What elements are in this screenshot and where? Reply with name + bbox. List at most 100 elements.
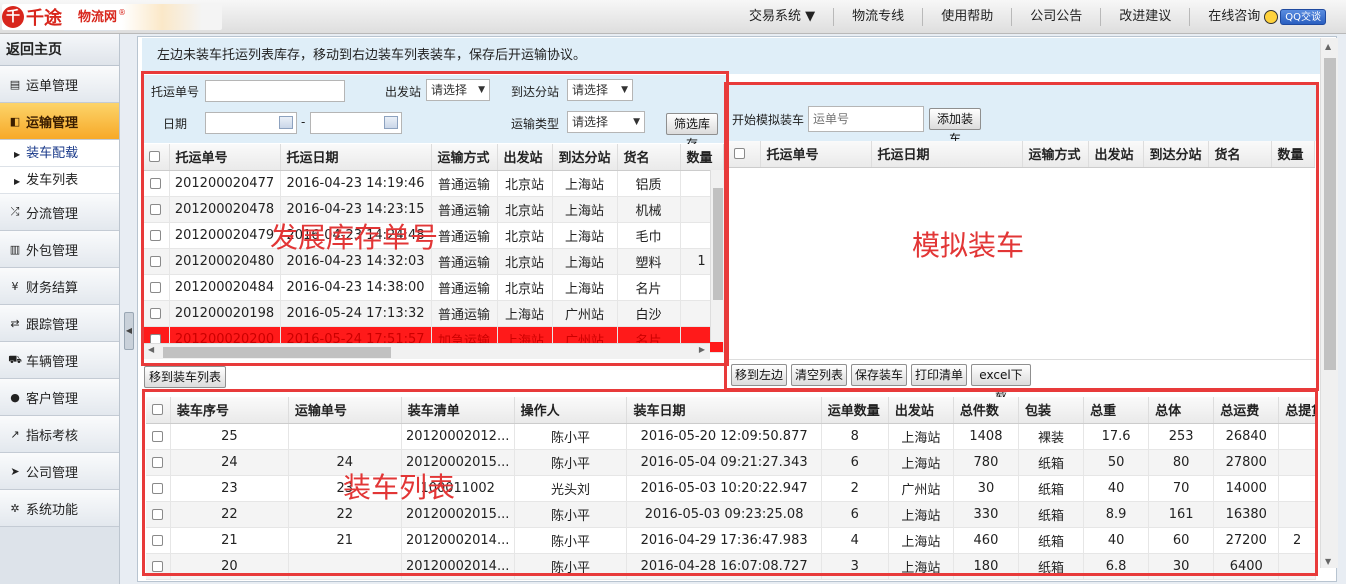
page-scrollbar[interactable]: ▲ ▼	[1320, 38, 1338, 568]
col-from[interactable]: 出发站	[888, 397, 954, 424]
sidebar-item-outsourcing[interactable]: ▥ 外包管理	[0, 231, 119, 268]
col-goods[interactable]: 货名	[617, 144, 681, 171]
col-pickup[interactable]: 总提货	[1278, 397, 1316, 424]
nav-online-consult-label[interactable]: 在线咨询	[1208, 9, 1260, 24]
row-checkbox[interactable]	[146, 527, 171, 554]
col-transport[interactable]: 运输方式	[1022, 141, 1089, 168]
stock-table-hscroll[interactable]: ◀ ▶	[143, 343, 710, 359]
col-volume[interactable]: 总体	[1148, 397, 1215, 424]
table-row[interactable]: 201200020480 2016-04-23 14:32:03 普通运输 北京站 上海…	[143, 248, 724, 275]
transport-type-select[interactable]: 请选择 ▼	[567, 111, 645, 133]
scroll-up-icon[interactable]: ▲	[1325, 42, 1331, 51]
qq-chat-button[interactable]: QQ交谈	[1280, 9, 1326, 25]
sidebar-item-vehicle[interactable]: ⛟ 车辆管理	[0, 342, 119, 379]
select-all-checkbox[interactable]	[143, 144, 170, 171]
row-checkbox[interactable]	[146, 475, 171, 502]
nav-help[interactable]: 使用帮助	[923, 8, 1013, 26]
scroll-left-icon[interactable]: ◀	[148, 345, 154, 354]
table-row[interactable]: 23 23 100011002 光头刘 2016-05-03 10:20:22.947 2…	[146, 475, 1316, 502]
calendar-icon[interactable]	[279, 116, 293, 129]
sidebar-item-tracking[interactable]: ⇄ 跟踪管理	[0, 305, 119, 342]
scroll-right-icon[interactable]: ▶	[699, 345, 705, 354]
row-checkbox[interactable]	[143, 196, 170, 223]
table-row[interactable]: 21 21 20120002014... 陈小平 2016-04-29 17:36:47…	[146, 527, 1316, 554]
col-package[interactable]: 包装	[1018, 397, 1085, 424]
to-station-select[interactable]: 请选择 ▼	[567, 79, 633, 101]
sidebar-item-kpi[interactable]: ↗ 指标考核	[0, 416, 119, 453]
col-transport[interactable]: 运输方式	[431, 144, 498, 171]
col-pieces[interactable]: 总件数	[953, 397, 1019, 424]
subitem-loading-config[interactable]: ▶ 装车配载	[0, 140, 119, 167]
nav-logistics-line[interactable]: 物流专线	[834, 8, 924, 26]
nav-trade-system[interactable]: 交易系统 ▼	[731, 8, 835, 26]
col-from[interactable]: 出发站	[1088, 141, 1144, 168]
table-row[interactable]: 201200020484 2016-04-23 14:38:00 普通运输 北京站 上海…	[143, 274, 724, 301]
col-from[interactable]: 出发站	[497, 144, 553, 171]
row-checkbox[interactable]	[143, 222, 170, 249]
nav-announcement[interactable]: 公司公告	[1012, 8, 1102, 26]
col-load-date[interactable]: 装车日期	[626, 397, 822, 424]
select-all-checkbox[interactable]	[728, 141, 761, 168]
page-scrollbar-thumb[interactable]	[1324, 58, 1336, 370]
sidebar-item-customer[interactable]: ● 客户管理	[0, 379, 119, 416]
col-date[interactable]: 托运日期	[280, 144, 432, 171]
waybill-input[interactable]	[205, 80, 345, 102]
col-waybill[interactable]: 托运单号	[169, 144, 281, 171]
scroll-down-icon[interactable]: ▼	[1325, 557, 1331, 566]
table-row[interactable]: 201200020477 2016-04-23 14:19:46 普通运输 北京站 上海…	[143, 170, 724, 197]
subitem-departure-list[interactable]: ▶ 发车列表	[0, 167, 119, 194]
home-link[interactable]: 返回主页	[0, 34, 119, 66]
col-to[interactable]: 到达分站	[1143, 141, 1209, 168]
row-checkbox[interactable]	[146, 449, 171, 476]
date-from-input[interactable]	[205, 112, 297, 134]
sidebar-collapse-handle[interactable]: ◀	[124, 312, 134, 350]
excel-download-button[interactable]: excel下载	[971, 364, 1031, 402]
sidebar-item-company[interactable]: ➤ 公司管理	[0, 453, 119, 490]
col-qty[interactable]: 数量	[1271, 141, 1315, 168]
print-list-button[interactable]: 打印清单	[911, 364, 967, 386]
sidebar-item-finance[interactable]: ¥ 财务结算	[0, 268, 119, 305]
stock-table-vscroll-thumb[interactable]	[713, 188, 723, 300]
sidebar-item-diversion[interactable]: ⤮ 分流管理	[0, 194, 119, 231]
col-to[interactable]: 到达分站	[552, 144, 618, 171]
sidebar-item-transport[interactable]: ◧ 运输管理	[0, 103, 119, 140]
row-checkbox[interactable]	[143, 300, 170, 327]
add-load-button[interactable]: 添加装车	[929, 108, 981, 146]
date-to-input[interactable]	[310, 112, 402, 134]
col-goods[interactable]: 货名	[1208, 141, 1272, 168]
col-transport-no[interactable]: 运输单号	[288, 397, 402, 424]
table-row[interactable]: 24 24 20120002015... 陈小平 2016-05-04 09:21:27…	[146, 449, 1316, 476]
nav-suggestion[interactable]: 改进建议	[1101, 8, 1191, 26]
col-waybill[interactable]: 托运单号	[760, 141, 872, 168]
row-checkbox[interactable]	[146, 501, 171, 528]
row-checkbox[interactable]	[143, 170, 170, 197]
col-operator[interactable]: 操作人	[514, 397, 628, 424]
row-checkbox[interactable]	[143, 274, 170, 301]
row-checkbox[interactable]	[146, 553, 171, 580]
stock-table-vscroll[interactable]	[710, 170, 724, 342]
col-weight[interactable]: 总重	[1083, 397, 1150, 424]
save-load-button[interactable]: 保存装车	[851, 364, 907, 386]
sidebar-item-waybill[interactable]: ▤ 运单管理	[0, 66, 119, 103]
filter-stock-button[interactable]: 筛选库存	[666, 113, 718, 151]
row-checkbox[interactable]	[143, 248, 170, 275]
move-to-load-list-button[interactable]: 移到装车列表	[144, 366, 226, 388]
col-qty[interactable]: 数量	[680, 144, 724, 171]
stock-table-hscroll-thumb[interactable]	[163, 347, 391, 358]
move-left-button[interactable]: 移到左边	[731, 364, 787, 386]
clear-list-button[interactable]: 清空列表	[791, 364, 847, 386]
logo[interactable]: 千 千途 物流网 ®	[2, 3, 222, 31]
table-row[interactable]: 201200020198 2016-05-24 17:13:32 普通运输 上海站 广州…	[143, 300, 724, 327]
table-row[interactable]: 22 22 20120002015... 陈小平 2016-05-03 09:23:25…	[146, 501, 1316, 528]
simulate-waybill-input[interactable]	[808, 106, 924, 132]
calendar-icon[interactable]	[384, 116, 398, 129]
col-load-list[interactable]: 装车清单	[401, 397, 515, 424]
row-checkbox[interactable]	[146, 423, 171, 450]
col-date[interactable]: 托运日期	[871, 141, 1023, 168]
col-load-seq[interactable]: 装车序号	[170, 397, 289, 424]
col-freight[interactable]: 总运费	[1213, 397, 1280, 424]
select-all-checkbox[interactable]	[146, 397, 171, 424]
table-row[interactable]: 201200020478 2016-04-23 14:23:15 普通运输 北京站 上海…	[143, 196, 724, 223]
table-row[interactable]: 20 20120002014... 陈小平 2016-04-28 16:07:08.7…	[146, 553, 1316, 580]
table-row[interactable]: 25 20120002012... 陈小平 2016-05-20 12:09:50.8…	[146, 423, 1316, 450]
